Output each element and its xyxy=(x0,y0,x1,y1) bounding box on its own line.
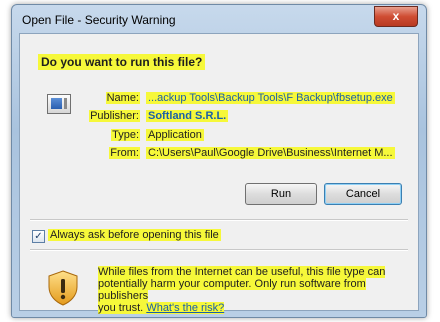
from-row: From: C:\Users\Paul\Google Drive\Busines… xyxy=(80,147,410,161)
warning-shield-icon xyxy=(48,270,78,306)
always-ask-checkbox[interactable]: ✓ xyxy=(32,230,45,243)
warning-message: While files from the Internet can be use… xyxy=(98,266,410,314)
publisher-label: Publisher: xyxy=(89,110,140,122)
close-icon: x xyxy=(392,9,400,23)
publisher-link[interactable]: Softland S.R.L. xyxy=(148,110,226,122)
warning-line-3: you trust. xyxy=(98,302,144,314)
warning-line-1: While files from the Internet can be use… xyxy=(98,266,386,278)
name-label: Name: xyxy=(105,92,140,104)
separator-bottom xyxy=(30,249,408,251)
checkmark-icon: ✓ xyxy=(34,231,43,242)
security-warning-dialog: Open File - Security Warning x Do you wa… xyxy=(11,4,427,318)
always-ask-label[interactable]: Always ask before opening this file xyxy=(48,229,221,241)
close-button[interactable]: x xyxy=(374,6,418,27)
name-row: Name: ...ackup Tools\Backup Tools\F Back… xyxy=(80,92,410,106)
title-bar[interactable]: Open File - Security Warning x xyxy=(12,5,426,33)
run-button[interactable]: Run xyxy=(245,183,317,205)
separator-top xyxy=(30,219,408,221)
window-title: Open File - Security Warning xyxy=(22,13,176,27)
type-value: Application xyxy=(146,129,204,141)
from-value: C:\Users\Paul\Google Drive\Business\Inte… xyxy=(146,147,395,159)
file-name-link[interactable]: ...ackup Tools\Backup Tools\F Backup\fbs… xyxy=(148,92,393,104)
warning-line-2: potentially harm your computer. Only run… xyxy=(98,278,366,302)
type-label: Type: xyxy=(111,129,140,141)
application-file-icon xyxy=(47,94,71,114)
publisher-row: Publisher: Softland S.R.L. xyxy=(80,110,410,124)
from-label: From: xyxy=(109,147,140,159)
cancel-button[interactable]: Cancel xyxy=(324,183,402,205)
type-row: Type: Application xyxy=(80,129,410,143)
dialog-content: Do you want to run this file? Name: ...a… xyxy=(19,33,419,314)
whats-the-risk-link[interactable]: What's the risk? xyxy=(146,302,224,314)
question-heading: Do you want to run this file? xyxy=(38,54,206,70)
